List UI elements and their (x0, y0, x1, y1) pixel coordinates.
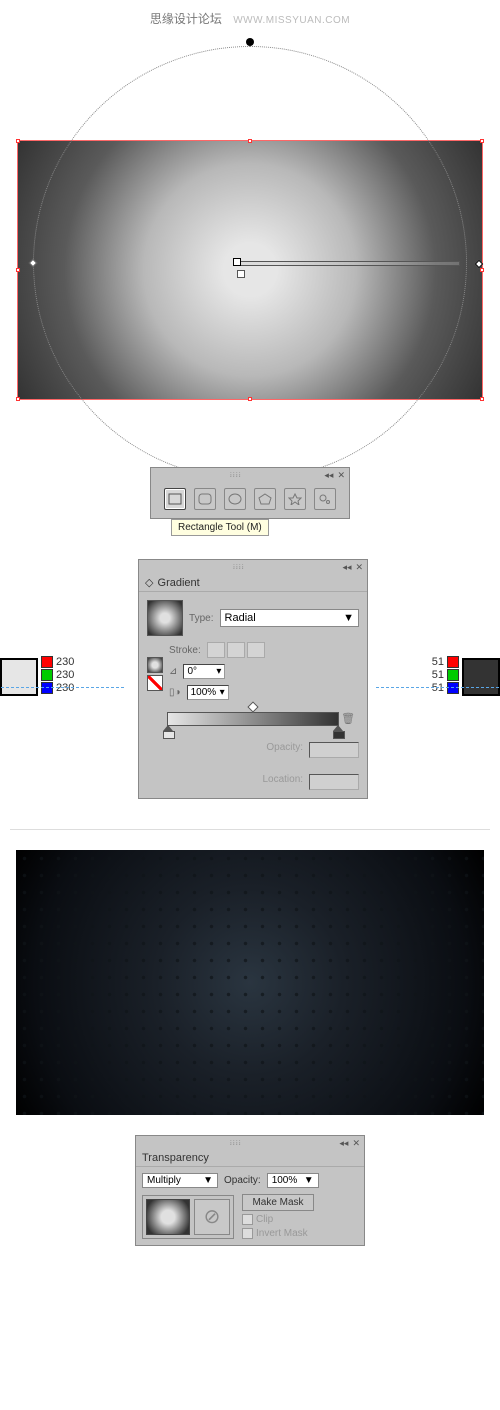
fill-swatch[interactable] (147, 657, 163, 673)
left-rgb-values: 230 230 230 (41, 656, 74, 694)
artboard-preview (15, 42, 485, 452)
polygon-tool-button[interactable] (254, 488, 276, 510)
divider (10, 829, 490, 830)
opacity-label: Opacity: (266, 742, 303, 758)
angle-input[interactable]: 0°▾ (183, 664, 225, 679)
clip-checkbox[interactable] (242, 1214, 253, 1225)
grip-icon[interactable]: ፧፧፧፧ (233, 562, 245, 572)
gradient-annotator-bar[interactable] (240, 261, 460, 266)
gradient-origin-marker[interactable] (237, 270, 245, 278)
aspect-input[interactable]: 100%▾ (187, 685, 229, 700)
gradient-stop-light[interactable] (163, 725, 173, 737)
right-color-swatch (462, 658, 500, 696)
collapse-icon[interactable]: ◂◂ (324, 470, 333, 481)
panel-header: ፧፧፧፧ ◂◂ ✕ (139, 560, 367, 574)
location-input[interactable] (309, 774, 359, 790)
invert-mask-checkbox[interactable] (242, 1228, 253, 1239)
green-chip (447, 669, 459, 681)
close-icon[interactable]: ✕ (356, 562, 364, 573)
result-preview (16, 850, 484, 1115)
collapse-icon[interactable]: ◂◂ (342, 562, 351, 573)
handle-se[interactable] (480, 397, 484, 401)
left-color-swatch (0, 658, 38, 696)
watermark-cn: 思缘设计论坛 (150, 12, 222, 26)
watermark: 思缘设计论坛 WWW.MISSYUAN.COM (0, 0, 500, 42)
object-thumbnail[interactable] (146, 1199, 190, 1235)
handle-w[interactable] (16, 268, 20, 272)
rectangle-tool-button[interactable] (164, 488, 186, 510)
handle-ne[interactable] (480, 139, 484, 143)
make-mask-button[interactable]: Make Mask (242, 1194, 314, 1211)
ellipse-tool-button[interactable] (224, 488, 246, 510)
right-rgb-values: 51 51 51 (432, 656, 459, 694)
handle-sw[interactable] (16, 397, 20, 401)
angle-icon: ⊿ (169, 666, 177, 677)
grip-icon[interactable]: ፧፧፧፧ (230, 470, 242, 480)
gradient-panel: ፧፧፧፧ ◂◂ ✕ ◇Gradient Type: Radial▼ Stroke… (138, 559, 368, 799)
stroke-swatch[interactable] (147, 675, 163, 691)
dot-pattern (16, 850, 484, 1115)
location-label: Location: (262, 774, 303, 790)
trash-icon[interactable]: 🗑 (341, 712, 355, 725)
gradient-slider[interactable] (167, 712, 339, 726)
gradient-type-dropdown[interactable]: Radial▼ (220, 609, 360, 627)
close-icon[interactable]: ✕ (352, 1138, 360, 1149)
flare-tool-button[interactable] (314, 488, 336, 510)
panel-header: ፧፧፧፧ ◂◂ ✕ (151, 468, 349, 482)
tool-tooltip: Rectangle Tool (M) (171, 519, 269, 536)
blue-chip (41, 682, 53, 694)
opacity-input[interactable]: 100%▼ (267, 1173, 319, 1188)
gradient-panel-title[interactable]: ◇Gradient (139, 574, 367, 592)
close-icon[interactable]: ✕ (337, 470, 345, 481)
stroke-label: Stroke: (169, 645, 201, 656)
transparency-panel-title[interactable]: Transparency (136, 1150, 364, 1167)
opacity-label: Opacity: (224, 1175, 261, 1186)
handle-e[interactable] (480, 268, 484, 272)
gradient-origin-handle[interactable] (233, 258, 241, 266)
transparency-panel: ፧፧፧፧ ◂◂ ✕ Transparency Multiply▼ Opacity… (135, 1135, 365, 1246)
gradient-stop-dark[interactable] (333, 725, 343, 737)
connector-line (376, 687, 500, 688)
rounded-rect-tool-button[interactable] (194, 488, 216, 510)
watermark-en: WWW.MISSYUAN.COM (233, 15, 350, 26)
gradient-preview-swatch[interactable] (147, 600, 183, 636)
red-chip (41, 656, 53, 668)
mask-thumbnail[interactable]: ⊘ (194, 1199, 230, 1235)
connector-line (0, 687, 124, 688)
stroke-alignment-buttons[interactable] (207, 642, 265, 658)
collapse-icon[interactable]: ◂◂ (339, 1138, 348, 1149)
grip-icon[interactable]: ፧፧፧፧ (230, 1138, 242, 1148)
aspect-icon: ▯◑ (169, 687, 181, 698)
blend-mode-dropdown[interactable]: Multiply▼ (142, 1173, 218, 1188)
panel-header: ፧፧፧፧ ◂◂ ✕ (136, 1136, 364, 1150)
green-chip (41, 669, 53, 681)
blue-chip (447, 682, 459, 694)
opacity-input[interactable] (309, 742, 359, 758)
gradient-top-anchor[interactable] (246, 38, 254, 46)
red-chip (447, 656, 459, 668)
star-tool-button[interactable] (284, 488, 306, 510)
handle-nw[interactable] (16, 139, 20, 143)
shape-tool-panel: ፧፧፧፧ ◂◂ ✕ Rectangle Tool (M) (150, 467, 350, 519)
type-label: Type: (189, 613, 213, 624)
